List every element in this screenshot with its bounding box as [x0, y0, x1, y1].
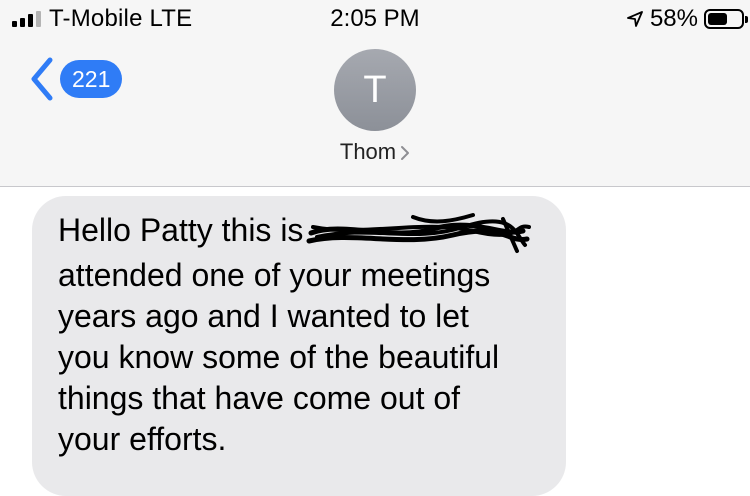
- unread-count-badge: 221: [60, 60, 123, 98]
- status-bar-right: 58%: [626, 5, 748, 32]
- battery-icon: [704, 9, 748, 29]
- message-line: you know some of the beautiful: [58, 338, 500, 375]
- contact-name: Thom: [339, 139, 397, 164]
- message-line: years ago and I wanted to let: [58, 297, 469, 334]
- battery-level-fill: [708, 13, 727, 25]
- redaction-scribble: [306, 212, 532, 253]
- contact-avatar[interactable]: T: [334, 49, 416, 131]
- message-line: your efforts.: [58, 420, 227, 457]
- message-line: Hello Patty this is: [58, 210, 542, 255]
- chevron-left-icon: [31, 57, 53, 101]
- chevron-right-icon: [401, 146, 410, 161]
- contact-name-button[interactable]: Thom: [0, 139, 750, 167]
- back-button[interactable]: 221: [28, 56, 123, 102]
- battery-nub: [745, 16, 748, 23]
- battery-percent: 58%: [649, 5, 698, 32]
- message-text: Hello Patty this is: [58, 212, 304, 248]
- location-arrow-icon: [627, 11, 643, 27]
- message-line: attended one of your meetings: [58, 256, 491, 293]
- message-bubble[interactable]: Hello Patty this is attended one of your…: [32, 196, 566, 496]
- conversation-header: T-Mobile LTE 2:05 PM 58% 221 T Thom: [0, 0, 750, 187]
- message-line: things that have come out of: [58, 379, 461, 416]
